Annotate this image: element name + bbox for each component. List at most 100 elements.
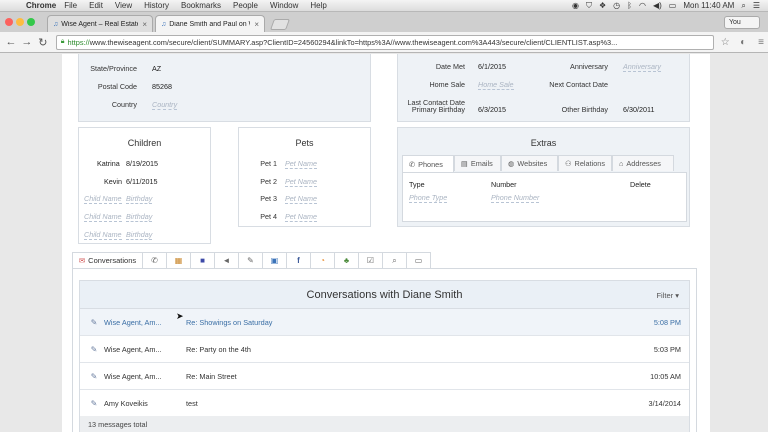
phone-number-field[interactable]: Phone Number bbox=[491, 193, 540, 203]
home-sale-field[interactable]: Home Sale bbox=[478, 80, 514, 90]
tab-sitemap[interactable]: ♣ bbox=[335, 252, 359, 269]
browser-tab-1[interactable]: ♫ Wise Agent – Real Estate C × bbox=[47, 15, 153, 32]
extension-icon[interactable]: ◐ bbox=[736, 37, 750, 48]
child-name-field[interactable]: Child Name bbox=[84, 194, 122, 204]
menu-history[interactable]: History bbox=[144, 1, 169, 10]
conversation-row[interactable]: ✎ Amy Koveikis test 3/14/2014 bbox=[80, 390, 689, 417]
dates-panel: Date Met 6/1/2015 Home Sale Home Sale La… bbox=[397, 54, 690, 122]
close-window-button[interactable] bbox=[5, 18, 13, 26]
conversation-subject[interactable]: Re: Main Street bbox=[186, 372, 619, 381]
menu-window[interactable]: Window bbox=[270, 1, 298, 10]
filter-dropdown[interactable]: Filter ▾ bbox=[656, 291, 679, 300]
address-bar[interactable]: 🔒︎ https:// www.thewiseagent.com/secure/… bbox=[55, 34, 715, 50]
record-icon[interactable]: ◉ bbox=[572, 1, 579, 10]
other-birthday-value[interactable]: 6/30/2011 bbox=[623, 105, 654, 114]
tab-search[interactable]: ⌕ bbox=[383, 252, 407, 269]
reload-icon[interactable]: ↻ bbox=[36, 36, 50, 49]
tab-phones[interactable]: ✆ Phones bbox=[402, 155, 454, 172]
phone-type-field[interactable]: Phone Type bbox=[409, 193, 448, 203]
tab-websites[interactable]: ◍ Websites bbox=[501, 155, 558, 171]
anniversary-field[interactable]: Anniversary bbox=[623, 62, 661, 72]
menu-app-name[interactable]: Chrome bbox=[26, 1, 56, 10]
pet-name-field[interactable]: Pet Name bbox=[285, 194, 317, 204]
conversation-subject[interactable]: test bbox=[186, 399, 619, 408]
child-name-field[interactable]: Child Name bbox=[84, 212, 122, 222]
child-name-field[interactable]: Child Name bbox=[84, 230, 122, 240]
clock[interactable]: Mon 11:40 AM bbox=[683, 1, 734, 10]
pet-name-field[interactable]: Pet Name bbox=[285, 159, 317, 169]
menu-people[interactable]: People bbox=[233, 1, 258, 10]
tab-emails[interactable]: ▤ Emails bbox=[454, 155, 501, 171]
child-birthday-field[interactable]: Birthday bbox=[126, 212, 153, 222]
tab-marketing[interactable]: ◄ bbox=[215, 252, 239, 269]
child-birthday-field[interactable]: Birthday bbox=[126, 194, 153, 204]
email-icon: ▤ bbox=[461, 159, 468, 168]
child-name[interactable]: Kevin bbox=[104, 177, 122, 186]
tab-calendar[interactable]: ▦ bbox=[167, 252, 191, 269]
browser-tab-2[interactable]: ♫ Diane Smith and Paul on W × bbox=[155, 15, 265, 32]
square-icon: ■ bbox=[200, 256, 205, 265]
menu-bookmarks[interactable]: Bookmarks bbox=[181, 1, 221, 10]
forward-icon[interactable]: → bbox=[20, 36, 34, 48]
state-value[interactable]: AZ bbox=[152, 64, 161, 73]
edit-icon[interactable]: ✎ bbox=[84, 372, 104, 381]
edit-icon[interactable]: ✎ bbox=[84, 399, 104, 408]
conversation-row[interactable]: ✎ Wise Agent, Am... Re: Party on the 4th… bbox=[80, 336, 689, 363]
country-field[interactable]: Country bbox=[152, 100, 178, 110]
tab-save[interactable]: ▭ bbox=[407, 252, 431, 269]
child-birthday[interactable]: 8/19/2015 bbox=[126, 159, 158, 168]
tab-addresses[interactable]: ⌂ Addresses bbox=[612, 155, 674, 171]
tab-relations[interactable]: ⚇ Relations bbox=[558, 155, 612, 171]
pet-name-field[interactable]: Pet Name bbox=[285, 212, 317, 222]
menu-file[interactable]: File bbox=[64, 1, 77, 10]
bookmark-star-icon[interactable]: ☆ bbox=[718, 37, 732, 48]
list-icon[interactable]: ☰ bbox=[753, 1, 760, 10]
pet-label: Pet 4 bbox=[260, 212, 277, 221]
edit-icon[interactable]: ✎ bbox=[84, 318, 104, 327]
menu-icon[interactable]: ≡ bbox=[754, 37, 768, 48]
conversation-row[interactable]: ✎ Wise Agent, Am... Re: Showings on Satu… bbox=[80, 309, 689, 336]
child-birthday-field[interactable]: Birthday bbox=[126, 230, 153, 240]
tab-square[interactable]: ■ bbox=[191, 252, 215, 269]
pets-title: Pets bbox=[295, 138, 314, 148]
pet-label: Pet 2 bbox=[260, 177, 277, 186]
shield-icon[interactable]: ⛉ bbox=[586, 1, 592, 11]
tab-notes[interactable]: ✎ bbox=[239, 252, 263, 269]
tab-calls[interactable]: ✆ bbox=[143, 252, 167, 269]
back-icon[interactable]: ← bbox=[4, 36, 18, 48]
conversation-row[interactable]: ✎ Wise Agent, Am... Re: Main Street 10:0… bbox=[80, 363, 689, 390]
search-icon[interactable]: ⌕ bbox=[741, 1, 745, 11]
new-tab-button[interactable] bbox=[269, 19, 291, 30]
child-birthday[interactable]: 6/11/2015 bbox=[126, 177, 157, 186]
field-label: Date Met bbox=[435, 62, 465, 71]
menu-view[interactable]: View bbox=[115, 1, 132, 10]
date-met-value[interactable]: 6/1/2015 bbox=[478, 62, 506, 71]
minimize-window-button[interactable] bbox=[16, 18, 24, 26]
menu-edit[interactable]: Edit bbox=[89, 1, 103, 10]
tab-facebook[interactable]: f bbox=[287, 252, 311, 269]
profile-button[interactable]: You bbox=[724, 16, 760, 29]
conversation-subject[interactable]: Re: Showings on Saturday bbox=[186, 318, 619, 327]
dropbox-icon[interactable]: ❖ bbox=[599, 1, 606, 10]
volume-icon[interactable]: ◀) bbox=[653, 1, 662, 10]
conversation-subject[interactable]: Re: Party on the 4th bbox=[186, 345, 619, 354]
wifi-icon[interactable]: ◠ bbox=[639, 1, 646, 10]
menu-help[interactable]: Help bbox=[310, 1, 326, 10]
pet-name-field[interactable]: Pet Name bbox=[285, 177, 317, 187]
battery-icon[interactable]: ▭ bbox=[669, 1, 677, 10]
postal-code-value[interactable]: 85268 bbox=[152, 82, 172, 91]
bluetooth-icon[interactable]: ᛒ bbox=[627, 1, 632, 10]
zoom-window-button[interactable] bbox=[27, 18, 35, 26]
edit-icon[interactable]: ✎ bbox=[84, 345, 104, 354]
tab-checklist[interactable]: ☑ bbox=[359, 252, 383, 269]
tab-box[interactable]: ▣ bbox=[263, 252, 287, 269]
child-name[interactable]: Katrina bbox=[97, 159, 120, 168]
timemachine-icon[interactable]: ◷ bbox=[613, 1, 620, 10]
lock-icon[interactable]: 🔒︎ bbox=[61, 38, 65, 46]
close-tab-icon[interactable]: × bbox=[254, 20, 259, 29]
tab-rss[interactable]: ◔ bbox=[311, 252, 335, 269]
facebook-icon: f bbox=[297, 256, 300, 265]
close-tab-icon[interactable]: × bbox=[142, 20, 147, 29]
primary-birthday-value[interactable]: 6/3/2015 bbox=[478, 105, 506, 114]
tab-conversations[interactable]: ✉ Conversations bbox=[72, 252, 143, 269]
